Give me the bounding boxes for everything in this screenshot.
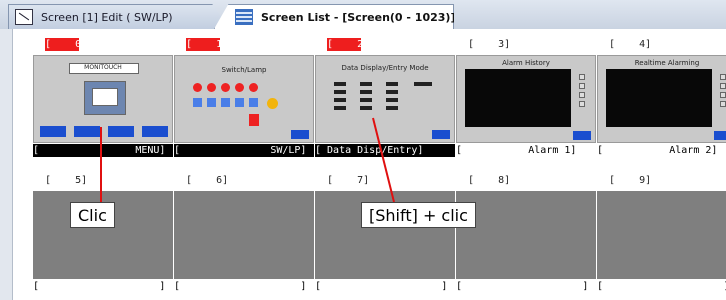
screen-caption: [ SW/LP]	[174, 144, 314, 157]
alarm-list	[606, 69, 712, 127]
nav-button	[573, 131, 591, 140]
screen-thumbnail-switch[interactable]: Switch/Lamp	[174, 55, 314, 143]
screen-thumbnail-menu[interactable]: MONITOUCH	[33, 55, 173, 143]
left-ruler	[0, 29, 13, 300]
tab-screen-edit-label: Screen [1] Edit ( SW/LP)	[41, 10, 173, 24]
alarm-list	[465, 69, 571, 127]
screen-thumbnail-realtime[interactable]: Realtime Alarming	[597, 55, 726, 143]
red-button	[249, 114, 259, 126]
screen-number: [ 7]	[327, 175, 370, 186]
screen-caption: [ Alarm 1]	[456, 144, 596, 157]
tab-screen-list-label: Screen List - [Screen(0 - 1023)]	[261, 10, 456, 24]
data-field	[386, 90, 398, 94]
switch-button	[207, 98, 216, 107]
screen-caption: [ ]	[315, 280, 455, 293]
screen-list-icon	[235, 9, 253, 25]
screen-thumbnail-empty[interactable]	[597, 191, 726, 279]
click-annotation: Clic	[70, 202, 115, 228]
thumbnail-title: Realtime Alarming	[634, 59, 700, 67]
screen-number: [ 6]	[186, 175, 229, 186]
data-field	[360, 98, 372, 102]
screen-caption: [ ]	[597, 280, 726, 293]
data-field	[414, 82, 432, 86]
data-field	[360, 90, 372, 94]
switch-button	[249, 98, 258, 107]
data-field	[360, 82, 372, 86]
thumbnail-title: Data Display/Entry Mode	[341, 64, 429, 72]
lamp-indicator	[221, 83, 230, 92]
lamp-indicator	[193, 83, 202, 92]
screen-number: [ 0]	[45, 38, 88, 51]
nav-button	[432, 130, 450, 139]
menu-button-2	[74, 126, 100, 137]
nav-button	[291, 130, 309, 139]
lamp-indicator	[235, 83, 244, 92]
screen-number: [ 8]	[468, 175, 511, 186]
scroll-button	[579, 83, 585, 89]
close-icon[interactable]: ×	[467, 10, 477, 24]
tab-screen-list[interactable]: Screen List - [Screen(0 - 1023)] ×	[214, 4, 454, 29]
screen-number: [ 5]	[45, 175, 88, 186]
thumbnail-title: MONITOUCH	[84, 64, 122, 71]
scroll-button	[720, 92, 726, 98]
data-field	[334, 98, 346, 102]
screen-caption: [ ]	[174, 280, 314, 293]
screen-caption: [ Data Disp/Entry]	[315, 144, 455, 157]
data-field	[334, 90, 346, 94]
switch-button	[235, 98, 244, 107]
data-field	[334, 106, 346, 110]
data-field	[386, 106, 398, 110]
thumbnail-title: Switch/Lamp	[221, 66, 267, 74]
switch-button	[193, 98, 202, 107]
scroll-button	[720, 83, 726, 89]
screen-number: [ 4]	[609, 39, 652, 50]
screen-thumbnail-alarm-history[interactable]: Alarm History	[456, 55, 596, 143]
screen-number: [ 2]	[327, 38, 370, 51]
screen-number: [ 1]	[186, 38, 229, 51]
screen-number: [ 9]	[609, 175, 652, 186]
data-field	[386, 82, 398, 86]
menu-button-1	[40, 126, 66, 137]
screen-caption: [ ]	[456, 280, 596, 293]
data-field	[386, 98, 398, 102]
screen-caption: [ MENU]	[33, 144, 173, 157]
screen-caption: [ Alarm 2]	[597, 144, 726, 157]
tab-screen-edit[interactable]: Screen [1] Edit ( SW/LP)	[8, 4, 230, 29]
screen-thumbnail-empty[interactable]	[456, 191, 596, 279]
screen-thumbnail-data[interactable]: Data Display/Entry Mode	[315, 55, 455, 143]
switch-button	[221, 98, 230, 107]
scroll-button	[720, 101, 726, 107]
lamp-indicator	[249, 83, 258, 92]
menu-button-3	[108, 126, 134, 137]
scroll-button	[720, 74, 726, 80]
scroll-button	[579, 74, 585, 80]
screen-grid: [ 0] MONITOUCH [ MENU] [ 1] Switch/Lamp	[28, 29, 726, 300]
product-screen	[92, 88, 118, 106]
lamp-yellow	[267, 98, 278, 109]
tab-bar: Screen [1] Edit ( SW/LP) Screen List - […	[0, 0, 726, 30]
data-field	[360, 106, 372, 110]
screen-thumbnail-empty[interactable]	[174, 191, 314, 279]
data-field	[334, 82, 346, 86]
screen-caption: [ ]	[33, 280, 173, 293]
lamp-indicator	[207, 83, 216, 92]
scroll-button	[579, 92, 585, 98]
nav-button	[714, 131, 726, 140]
screen-edit-icon	[15, 9, 33, 25]
scroll-button	[579, 101, 585, 107]
menu-button-4	[142, 126, 168, 137]
thumbnail-title: Alarm History	[502, 59, 550, 67]
shift-click-annotation: [Shift] + clic	[361, 202, 476, 228]
screen-number: [ 3]	[468, 39, 511, 50]
